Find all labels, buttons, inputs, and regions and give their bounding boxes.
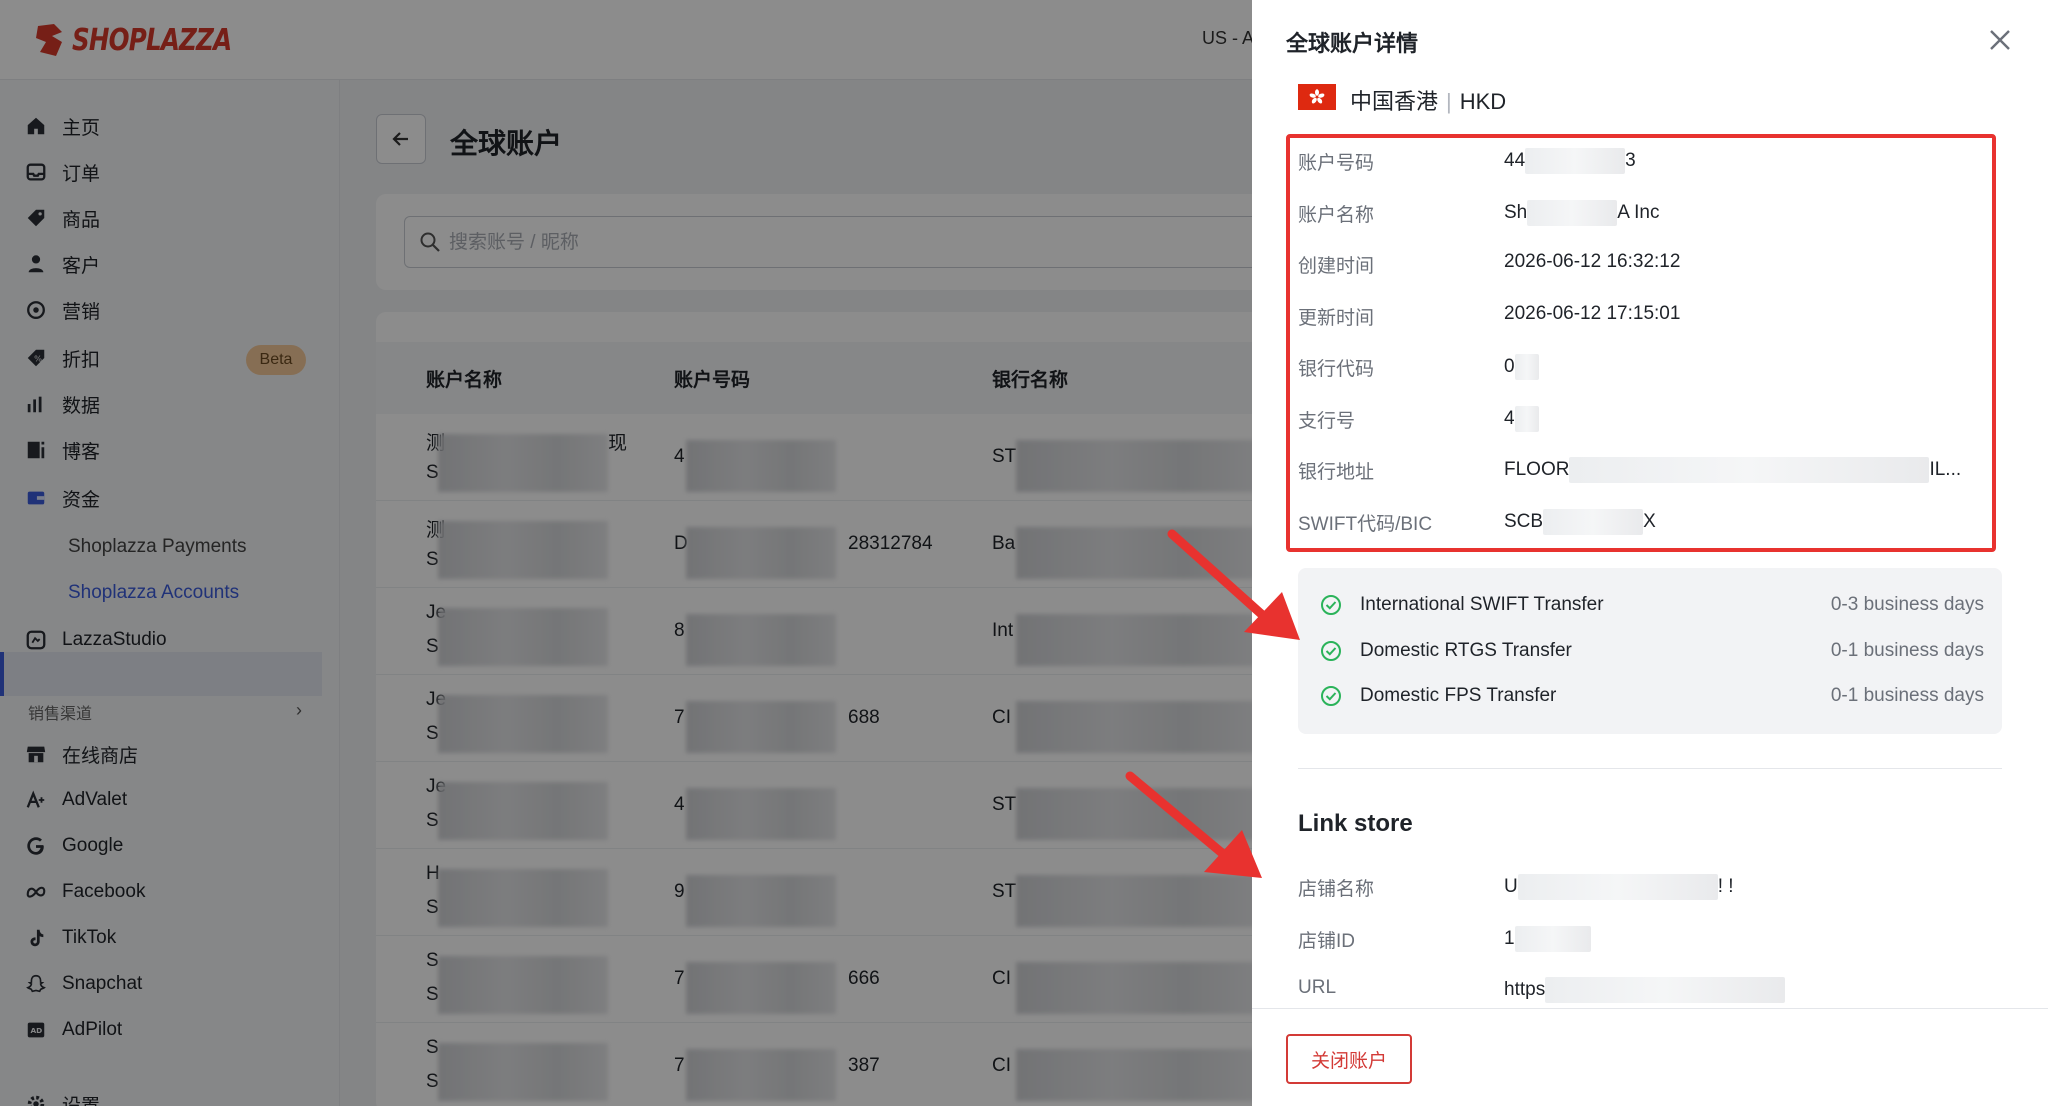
redaction-mask: [1545, 977, 1786, 1003]
transfer-duration: 0-3 business days: [1830, 594, 1984, 615]
detail-label: 账户名称: [1298, 204, 1375, 226]
detail-value-start: 2026-06-12 17:15:01: [1504, 302, 1681, 324]
redaction-mask: [1569, 457, 1930, 483]
detail-value-start: 44: [1504, 150, 1526, 172]
detail-value-end: A Inc: [1617, 201, 1660, 223]
section-divider: [1298, 768, 2002, 769]
footer-divider: [1252, 1008, 2048, 1009]
link-store-title: Link store: [1298, 810, 1413, 837]
detail-value-start: Sh: [1504, 201, 1528, 223]
detail-label: 创建时间: [1298, 256, 1375, 277]
transfer-methods-panel: International SWIFT Transfer 0-3 business…: [1298, 568, 2002, 734]
detail-row: 银行地址 FLOOR IL...: [1298, 457, 1961, 484]
store-detail-label: URL: [1298, 977, 1337, 998]
check-circle-icon: [1321, 686, 1341, 706]
detail-label: 支行号: [1298, 410, 1356, 432]
store-detail-row: URL https: [1298, 977, 1786, 1003]
store-value-start: 1: [1504, 927, 1515, 949]
detail-row: 更新时间 2026-06-12 17:15:01: [1298, 303, 1680, 330]
check-circle-icon: [1321, 640, 1341, 661]
modal-overlay[interactable]: [0, 0, 1252, 1106]
detail-value[interactable]: Sh A Inc: [1504, 199, 1660, 227]
region-name: 中国香港: [1350, 89, 1439, 114]
transfer-duration: 0-1 business days: [1830, 639, 1984, 661]
redaction-mask: [1514, 925, 1591, 952]
transfer-duration: 0-1 business days: [1830, 685, 1984, 706]
detail-row: 账户号码 44 3: [1298, 148, 1636, 175]
region-currency: 中国香港 | HKD: [1350, 89, 1507, 114]
redaction-mask: [1543, 508, 1644, 535]
detail-row: 账户名称 Sh A Inc: [1298, 199, 1660, 227]
account-detail-drawer: 全球账户详情 中国香港 | HKD 账户号码 44 3 账户名称 Sh A Inc 创建时间 20…: [1252, 0, 2048, 1106]
detail-value-start: 4: [1504, 407, 1515, 429]
detail-value-start: 2026-06-12 16:32:12: [1504, 251, 1681, 272]
detail-label: 更新时间: [1298, 307, 1375, 329]
highlight-box: [1286, 134, 1996, 552]
detail-value-end: IL...: [1929, 459, 1962, 481]
close-icon[interactable]: [1982, 22, 2018, 58]
detail-value[interactable]: 4: [1504, 405, 1539, 433]
close-account-button[interactable]: 关闭账户: [1286, 1034, 1412, 1084]
redaction-mask: [1514, 405, 1539, 432]
store-detail-value[interactable]: 1: [1504, 925, 1591, 953]
redaction-mask: [1525, 148, 1626, 174]
detail-value[interactable]: SCB X: [1504, 508, 1656, 536]
check-circle-icon: [1321, 595, 1341, 615]
transfer-method-row: International SWIFT Transfer 0-3 business…: [1320, 590, 1984, 620]
hong-kong-flag-icon: [1298, 84, 1336, 110]
detail-value[interactable]: 44 3: [1504, 148, 1636, 175]
store-detail-label: 店铺ID: [1298, 930, 1356, 952]
redaction-mask: [1517, 874, 1718, 900]
transfer-method-name: Domestic FPS Transfer: [1360, 685, 1557, 706]
detail-row: 银行代码 0: [1298, 354, 1539, 381]
drawer-title: 全球账户详情: [1286, 31, 1419, 56]
detail-row: SWIFT代码/BIC SCB X: [1298, 508, 1656, 536]
transfer-method-name: International SWIFT Transfer: [1360, 594, 1604, 615]
detail-value[interactable]: 2026-06-12 17:15:01: [1504, 303, 1680, 330]
detail-value-end: X: [1643, 510, 1656, 532]
detail-value-end: 3: [1625, 150, 1636, 172]
store-detail-value[interactable]: U ! !: [1504, 874, 1734, 901]
detail-value-start: 0: [1504, 356, 1515, 378]
detail-label: 账户号码: [1298, 153, 1375, 174]
store-value-end: ! !: [1717, 876, 1734, 898]
redaction-mask: [1527, 199, 1618, 226]
store-detail-row: 店铺ID 1: [1298, 925, 1591, 953]
transfer-method-row: Domestic FPS Transfer 0-1 business days: [1320, 681, 1984, 711]
detail-value[interactable]: 0: [1504, 354, 1539, 381]
detail-label: SWIFT代码/BIC: [1298, 513, 1433, 535]
currency-code: HKD: [1459, 89, 1507, 114]
store-detail-value[interactable]: https: [1504, 977, 1786, 1003]
store-detail-label: 店铺名称: [1298, 879, 1375, 900]
transfer-method-name: Domestic RTGS Transfer: [1360, 639, 1572, 661]
store-detail-row: 店铺名称 U ! !: [1298, 874, 1734, 901]
detail-value-start: SCB: [1504, 510, 1544, 532]
store-value-start: https: [1504, 979, 1546, 1001]
detail-row: 支行号 4: [1298, 405, 1539, 433]
transfer-method-row: Domestic RTGS Transfer 0-1 business days: [1320, 636, 1984, 666]
detail-value[interactable]: FLOOR IL...: [1504, 457, 1961, 484]
redaction-mask: [1514, 354, 1539, 380]
detail-label: 银行代码: [1298, 359, 1375, 380]
detail-label: 银行地址: [1298, 462, 1375, 483]
detail-row: 创建时间 2026-06-12 16:32:12: [1298, 251, 1680, 278]
detail-value-start: FLOOR: [1504, 459, 1570, 481]
detail-value[interactable]: 2026-06-12 16:32:12: [1504, 251, 1680, 278]
store-value-start: U: [1504, 876, 1518, 898]
